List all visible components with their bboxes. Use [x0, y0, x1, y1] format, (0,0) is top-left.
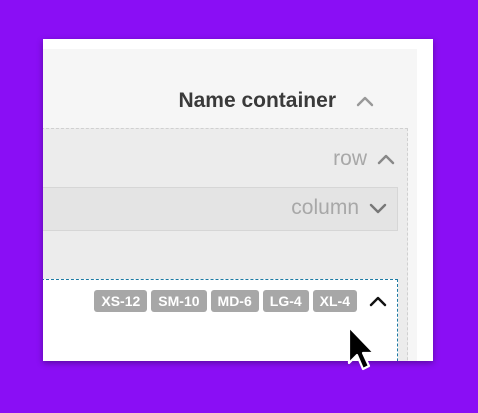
chevron-up-icon[interactable]: [377, 153, 395, 165]
container-header: Name container: [178, 89, 374, 113]
item-header: XS-12 SM-10 MD-6 LG-4 XL-4: [90, 290, 387, 312]
badge-sm[interactable]: SM-10: [151, 290, 207, 312]
row-label: row: [333, 147, 367, 170]
container-panel[interactable]: Name container row column XS-12 SM-10 MD…: [43, 49, 417, 361]
chevron-up-icon[interactable]: [356, 95, 374, 107]
column-header: column: [291, 196, 387, 220]
column-panel[interactable]: column: [43, 187, 398, 231]
chevron-down-icon[interactable]: [369, 202, 387, 214]
item-panel[interactable]: XS-12 SM-10 MD-6 LG-4 XL-4: [43, 279, 398, 361]
row-header: row: [333, 147, 395, 171]
badge-md[interactable]: MD-6: [210, 290, 259, 312]
container-title[interactable]: Name container: [178, 89, 336, 113]
chevron-up-icon[interactable]: [369, 295, 387, 307]
badge-xs[interactable]: XS-12: [94, 290, 148, 312]
column-label: column: [291, 196, 359, 219]
badge-xl[interactable]: XL-4: [312, 290, 357, 312]
breakpoint-badges: XS-12 SM-10 MD-6 LG-4 XL-4: [90, 290, 357, 312]
editor-card: Name container row column XS-12 SM-10 MD…: [43, 39, 433, 361]
badge-lg[interactable]: LG-4: [262, 290, 309, 312]
mouse-pointer-icon: [347, 325, 376, 371]
